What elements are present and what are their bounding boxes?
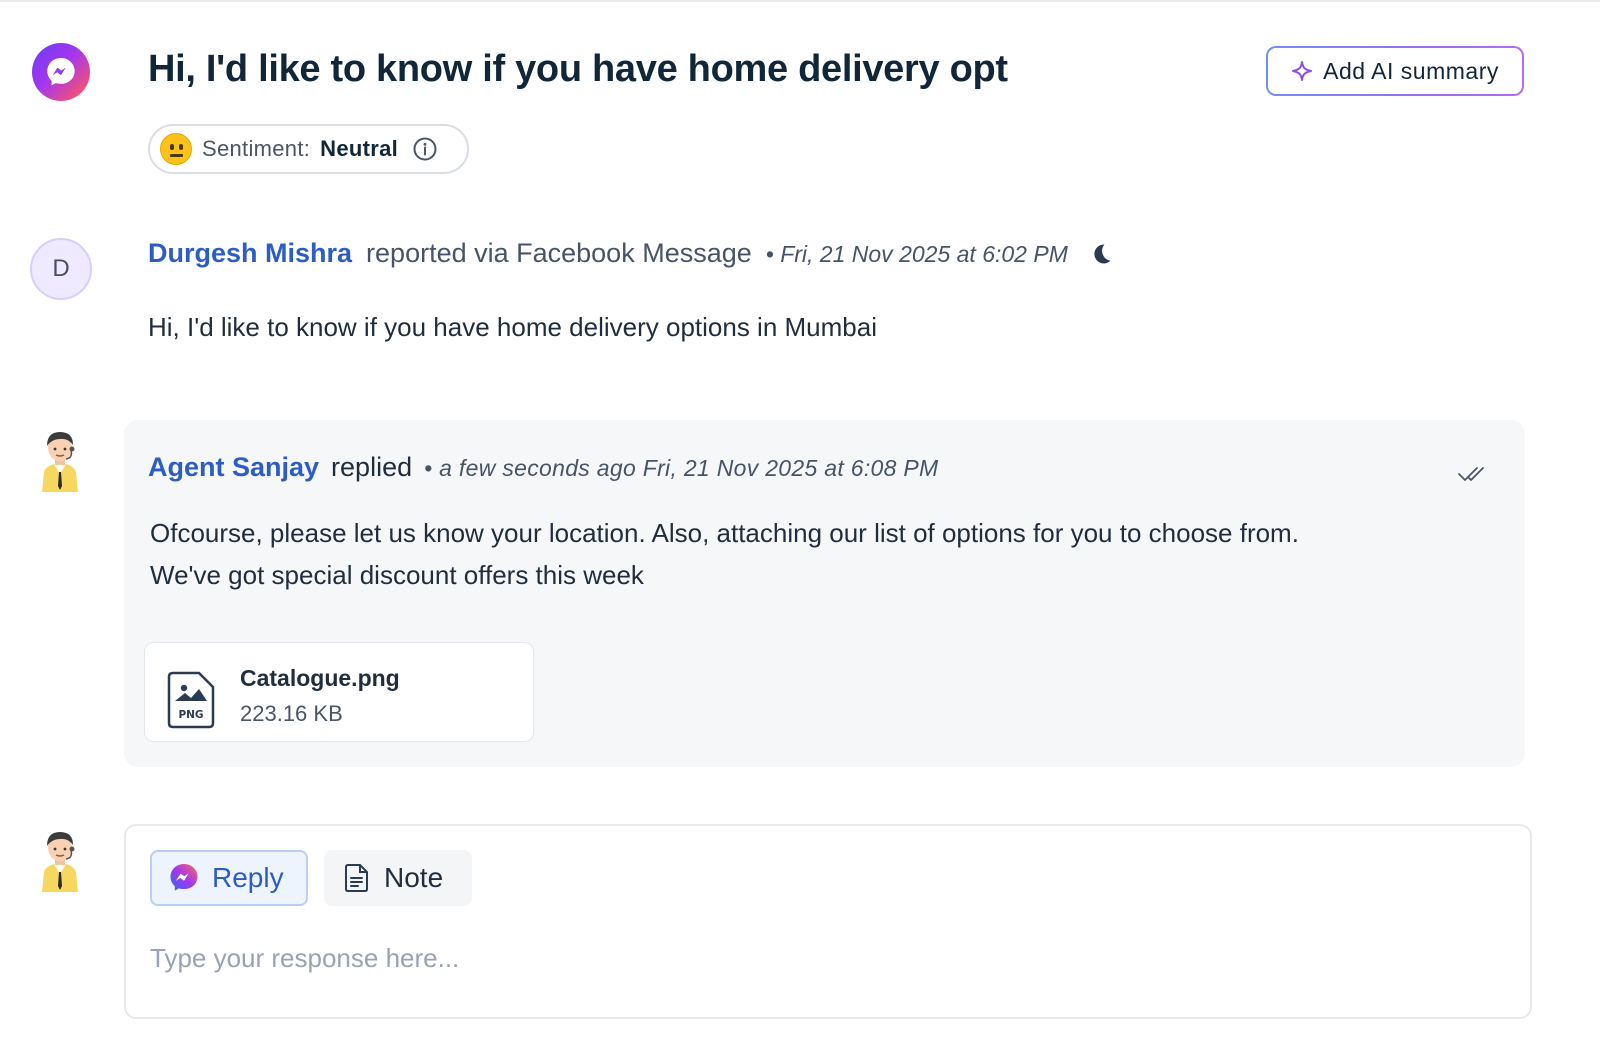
tab-note-label: Note — [384, 862, 444, 893]
requester-name-link[interactable]: Durgesh Mishra — [148, 238, 352, 269]
sentiment-label: Sentiment: — [202, 136, 311, 161]
message-timestamp: • Fri, 21 Nov 2025 at 6:02 PM — [765, 241, 1068, 267]
info-icon[interactable] — [412, 136, 438, 162]
reply-editor: Reply Note — [124, 824, 1532, 1019]
double-check-icon — [1457, 464, 1489, 489]
attachment-name: Catalogue.png — [240, 665, 400, 691]
add-ai-summary-label: Add AI summary — [1323, 57, 1499, 84]
sentiment-value: Neutral — [320, 136, 399, 161]
reply-body: Ofcourse, please let us know your locati… — [150, 512, 1480, 596]
attachment-size: 223.16 KB — [240, 701, 343, 726]
reported-via-text: reported via Facebook Message — [366, 238, 752, 268]
sentiment-badge: Sentiment: Neutral — [148, 124, 469, 174]
avatar-initial: D — [52, 255, 70, 282]
tab-reply[interactable]: Reply — [150, 850, 308, 906]
note-document-icon — [344, 863, 370, 893]
avatar: D — [30, 238, 92, 300]
file-type-label: PNG — [178, 709, 203, 721]
tab-reply-label: Reply — [212, 862, 284, 893]
ticket-title: Hi, I'd like to know if you have home de… — [148, 48, 1008, 90]
reply-body-line: Ofcourse, please let us know your locati… — [150, 518, 1299, 548]
reply-timestamp: • a few seconds ago Fri, 21 Nov 2025 at … — [424, 455, 939, 481]
attachment-card[interactable]: PNG Catalogue.png 223.16 KB — [144, 642, 534, 742]
top-divider — [0, 0, 1600, 2]
add-ai-summary-button[interactable]: Add AI summary — [1266, 46, 1524, 96]
response-input[interactable] — [150, 936, 1500, 980]
moon-icon — [1088, 241, 1114, 267]
neutral-face-icon — [160, 133, 192, 165]
agent-reply-card: Agent Sanjay replied • a few seconds ago… — [124, 420, 1525, 767]
facebook-messenger-icon — [32, 43, 90, 101]
png-file-icon: PNG — [167, 671, 217, 734]
message-header: Durgesh Mishra reported via Facebook Mes… — [148, 238, 1114, 269]
reply-header: Agent Sanjay replied • a few seconds ago… — [148, 452, 938, 483]
facebook-messenger-icon — [168, 862, 200, 894]
reply-action-text: replied — [331, 452, 413, 482]
agent-avatar — [38, 828, 82, 892]
message-body: Hi, I'd like to know if you have home de… — [148, 312, 877, 342]
tab-note[interactable]: Note — [324, 850, 472, 906]
reply-body-line: We've got special discount offers this w… — [150, 560, 644, 590]
sparkle-icon — [1291, 60, 1313, 82]
agent-name-link[interactable]: Agent Sanjay — [148, 452, 319, 483]
agent-avatar — [38, 428, 82, 492]
